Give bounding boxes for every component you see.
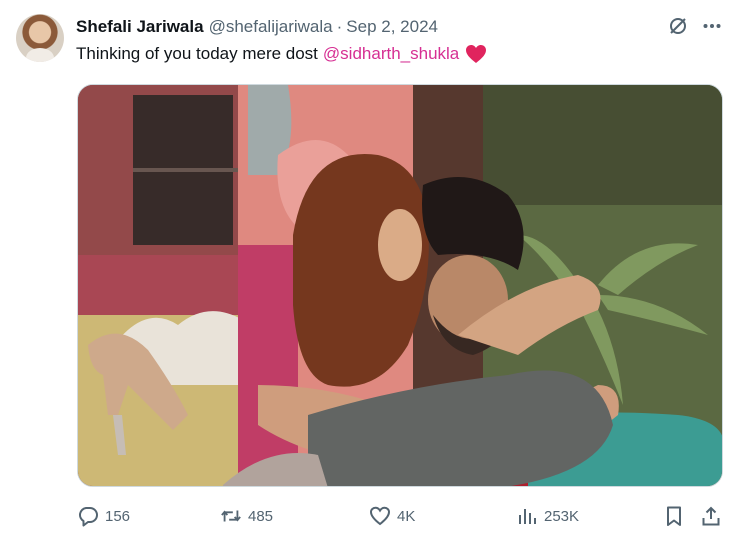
bookmark-icon: [663, 505, 685, 527]
photo-scene: [78, 85, 722, 486]
repost-icon: [220, 505, 242, 527]
action-bar: 156 485 4K 253K: [0, 503, 736, 529]
repost-button[interactable]: 485: [220, 503, 273, 529]
avatar-shoulders: [26, 48, 54, 62]
author-avatar[interactable]: [16, 14, 64, 62]
repost-count: 485: [248, 507, 274, 525]
views-icon: [516, 505, 538, 527]
more-icon[interactable]: [702, 16, 722, 36]
tweet-date[interactable]: Sep 2, 2024: [346, 17, 438, 37]
red-heart-icon: [465, 44, 487, 64]
header-icons: [668, 16, 722, 36]
reply-icon: [77, 505, 99, 527]
like-icon: [369, 505, 391, 527]
share-icon: [700, 505, 722, 527]
tweet[interactable]: Shefali Jariwala @shefalijariwala · Sep …: [0, 0, 736, 540]
like-button[interactable]: 4K: [369, 503, 415, 529]
tweet-body: Thinking of you today mere dost: [76, 44, 318, 63]
grok-icon[interactable]: [668, 16, 688, 36]
tweet-header: Shefali Jariwala @shefalijariwala · Sep …: [76, 16, 438, 38]
share-button[interactable]: [700, 503, 722, 529]
views-count: 253K: [544, 507, 580, 525]
like-count: 4K: [397, 507, 416, 525]
mention-link[interactable]: @sidharth_shukla: [323, 43, 459, 65]
views-button[interactable]: 253K: [516, 503, 579, 529]
reply-count: 156: [105, 507, 131, 525]
separator-dot: ·: [336, 17, 343, 36]
tweet-text: Thinking of you today mere dost @sidhart…: [76, 43, 487, 65]
author-display-name[interactable]: Shefali Jariwala: [76, 17, 204, 37]
tweet-media-photo[interactable]: [77, 84, 723, 487]
author-handle[interactable]: @shefalijariwala: [209, 17, 333, 37]
bookmark-button[interactable]: [663, 503, 685, 529]
reply-button[interactable]: 156: [77, 503, 130, 529]
